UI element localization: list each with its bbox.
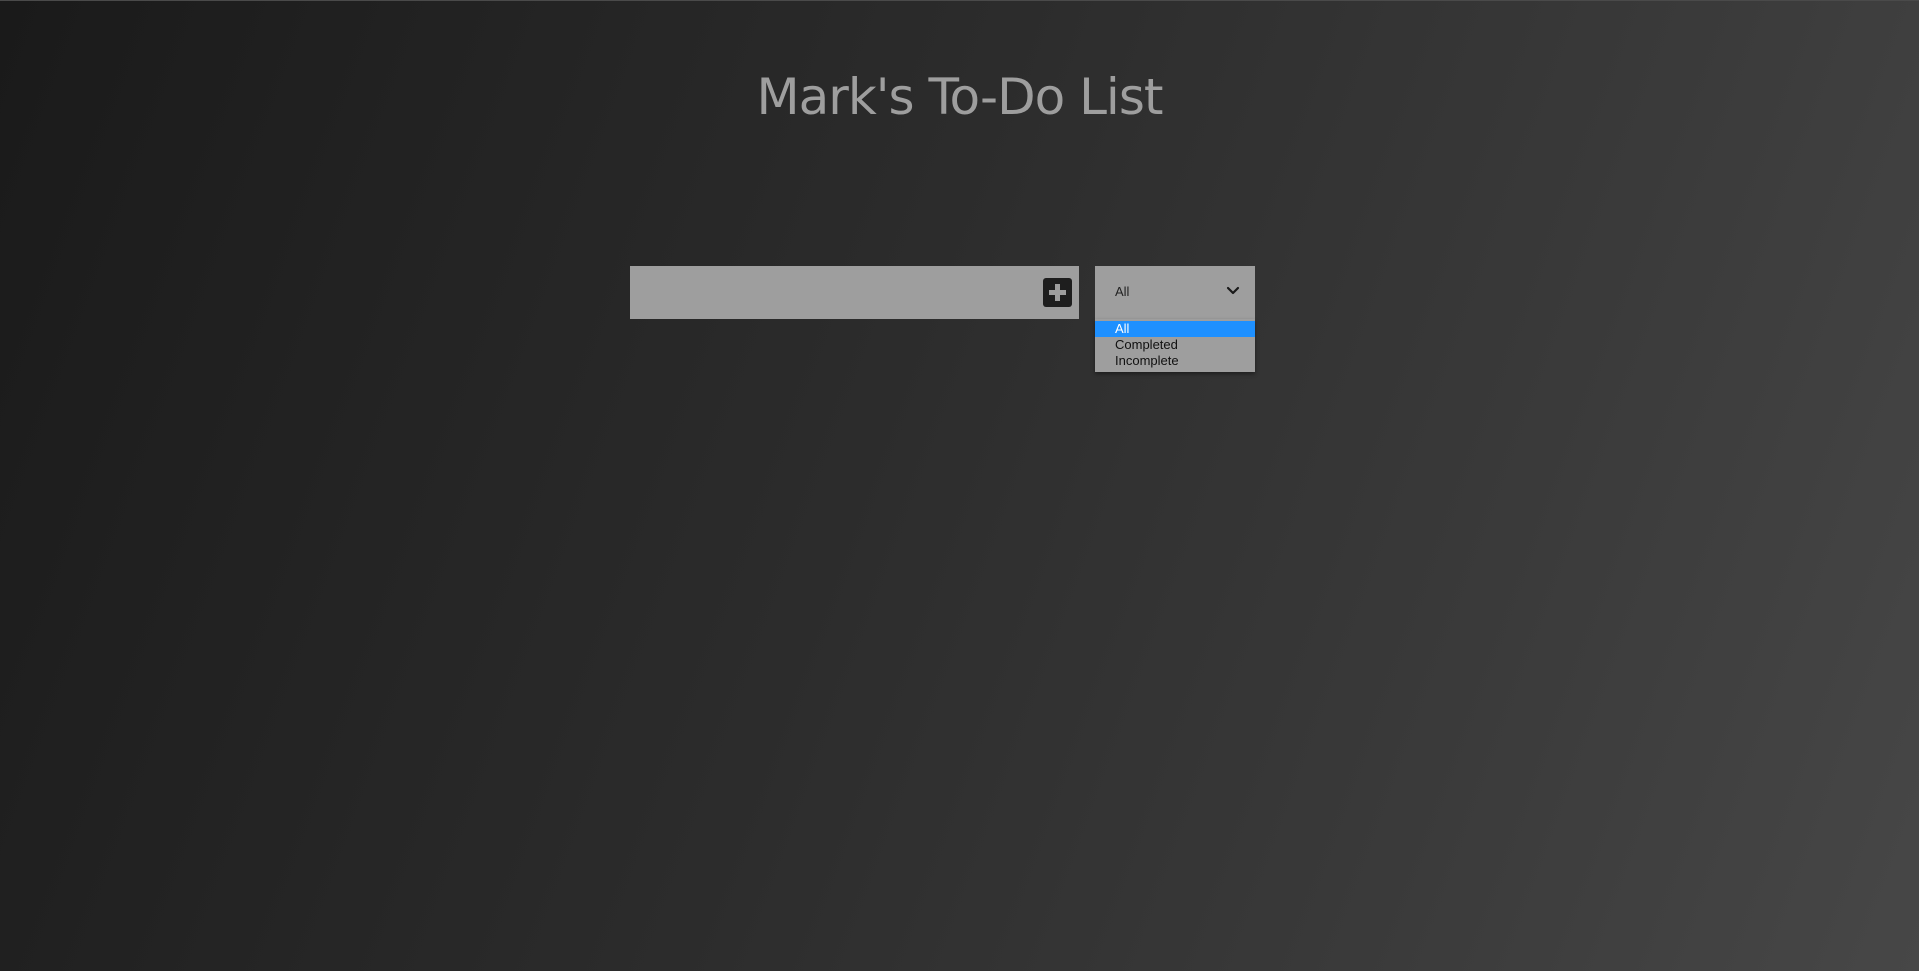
- filter-option-completed[interactable]: Completed: [1095, 337, 1255, 353]
- chevron-down-icon: [1226, 286, 1240, 295]
- todo-input-container: [630, 266, 1079, 319]
- page-title: Mark's To-Do List: [756, 68, 1164, 126]
- filter-selected-value: All: [1115, 284, 1130, 299]
- filter-select[interactable]: All: [1095, 266, 1255, 319]
- filter-option-all[interactable]: All: [1095, 321, 1255, 337]
- filter-option-incomplete[interactable]: Incomplete: [1095, 353, 1255, 369]
- todo-input[interactable]: [630, 266, 1030, 319]
- filter-dropdown-list: All Completed Incomplete: [1095, 319, 1255, 372]
- add-todo-button[interactable]: [1043, 278, 1072, 307]
- top-border: [0, 0, 1919, 1]
